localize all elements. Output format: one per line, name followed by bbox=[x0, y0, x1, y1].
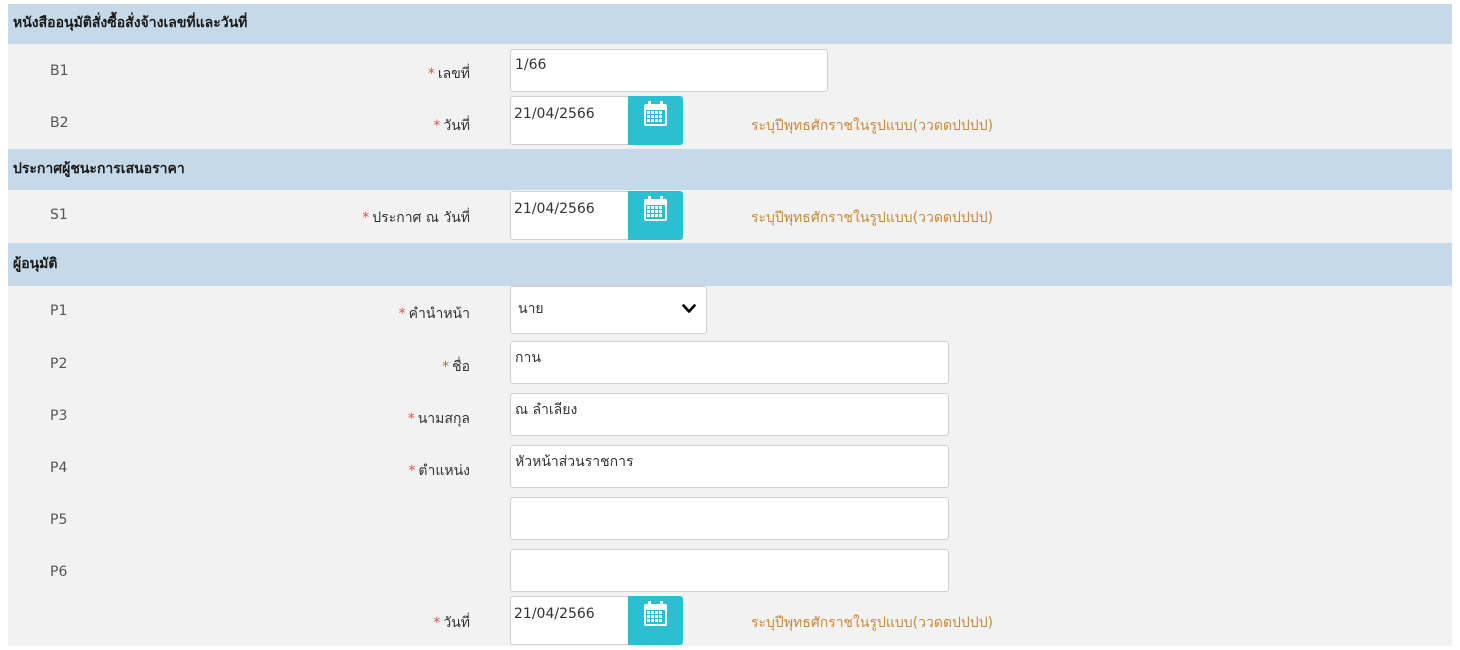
required-mark: * bbox=[433, 615, 441, 631]
first-name-input[interactable] bbox=[510, 341, 949, 384]
label-position: * ตำแหน่ง bbox=[408, 460, 470, 482]
label-document-number: * เลขที่ bbox=[428, 63, 470, 85]
date-format-hint: ระบุปีพุทธศักราชในรูปแบบ(ววดดปปปป) bbox=[751, 210, 994, 226]
required-mark: * bbox=[427, 66, 435, 82]
label-text: เลขที่ bbox=[437, 66, 470, 82]
label-text: ตำแหน่ง bbox=[418, 463, 470, 479]
section-header-announcement: ประกาศผู้ชนะการเสนอราคา bbox=[8, 149, 1452, 190]
required-mark: * bbox=[408, 463, 416, 479]
label-last-name: * นามสกุล bbox=[408, 408, 470, 430]
label-approver-date: * วันที่ bbox=[433, 612, 470, 634]
approver-date-calendar-button[interactable] bbox=[628, 596, 683, 645]
section-header-approver: ผู้อนุมัติ bbox=[8, 243, 1452, 286]
title-prefix-select[interactable]: นาย bbox=[510, 286, 707, 334]
required-mark: * bbox=[362, 210, 370, 226]
label-text: ชื่อ bbox=[452, 359, 470, 375]
row-code-p6: P6 bbox=[50, 564, 68, 580]
required-mark: * bbox=[407, 411, 415, 427]
label-title-prefix: * คำนำหน้า bbox=[399, 303, 470, 325]
row-code-b1: B1 bbox=[50, 63, 69, 79]
row-code-p1: P1 bbox=[50, 303, 68, 319]
title-prefix-selected-value: นาย bbox=[518, 301, 544, 317]
p5-input[interactable] bbox=[510, 497, 949, 540]
section-header-approval: หนังสืออนุมัติสั่งซื้อสั่งจ้างเลขที่และว… bbox=[8, 4, 1452, 44]
label-text: นามสกุล bbox=[417, 411, 470, 427]
calendar-icon bbox=[644, 196, 667, 221]
row-code-p3: P3 bbox=[50, 408, 68, 424]
procurement-form: หนังสืออนุมัติสั่งซื้อสั่งจ้างเลขที่และว… bbox=[8, 4, 1452, 646]
label-approval-date: * วันที่ bbox=[433, 115, 470, 137]
approver-date-input[interactable] bbox=[510, 596, 630, 645]
row-code-p4: P4 bbox=[50, 460, 68, 476]
document-number-input[interactable] bbox=[510, 49, 828, 92]
label-text: ประกาศ ณ วันที่ bbox=[372, 210, 470, 226]
row-code-p5: P5 bbox=[50, 512, 68, 528]
required-mark: * bbox=[398, 306, 406, 322]
calendar-icon bbox=[644, 101, 667, 126]
approval-date-picker bbox=[510, 96, 683, 145]
approval-date-input[interactable] bbox=[510, 96, 630, 145]
label-announcement-date: * ประกาศ ณ วันที่ bbox=[362, 207, 470, 229]
label-text: วันที่ bbox=[443, 615, 470, 631]
date-format-hint: ระบุปีพุทธศักราชในรูปแบบ(ววดดปปปป) bbox=[751, 118, 994, 134]
label-text: วันที่ bbox=[443, 118, 470, 134]
date-format-hint: ระบุปีพุทธศักราชในรูปแบบ(ววดดปปปป) bbox=[751, 615, 994, 631]
row-code-s1: S1 bbox=[50, 207, 68, 223]
calendar-icon bbox=[644, 601, 667, 626]
required-mark: * bbox=[442, 359, 450, 375]
approver-date-picker bbox=[510, 596, 683, 645]
chevron-down-icon bbox=[682, 304, 696, 313]
label-first-name: * ชื่อ bbox=[442, 356, 470, 378]
row-code-b2: B2 bbox=[50, 115, 69, 131]
p6-input[interactable] bbox=[510, 549, 949, 592]
position-input[interactable] bbox=[510, 445, 949, 488]
row-code-p2: P2 bbox=[50, 356, 68, 372]
approval-date-calendar-button[interactable] bbox=[628, 96, 683, 145]
announcement-date-calendar-button[interactable] bbox=[628, 191, 683, 240]
required-mark: * bbox=[433, 118, 441, 134]
announcement-date-picker bbox=[510, 191, 683, 240]
last-name-input[interactable] bbox=[510, 393, 949, 436]
announcement-date-input[interactable] bbox=[510, 191, 630, 240]
label-text: คำนำหน้า bbox=[408, 306, 470, 322]
